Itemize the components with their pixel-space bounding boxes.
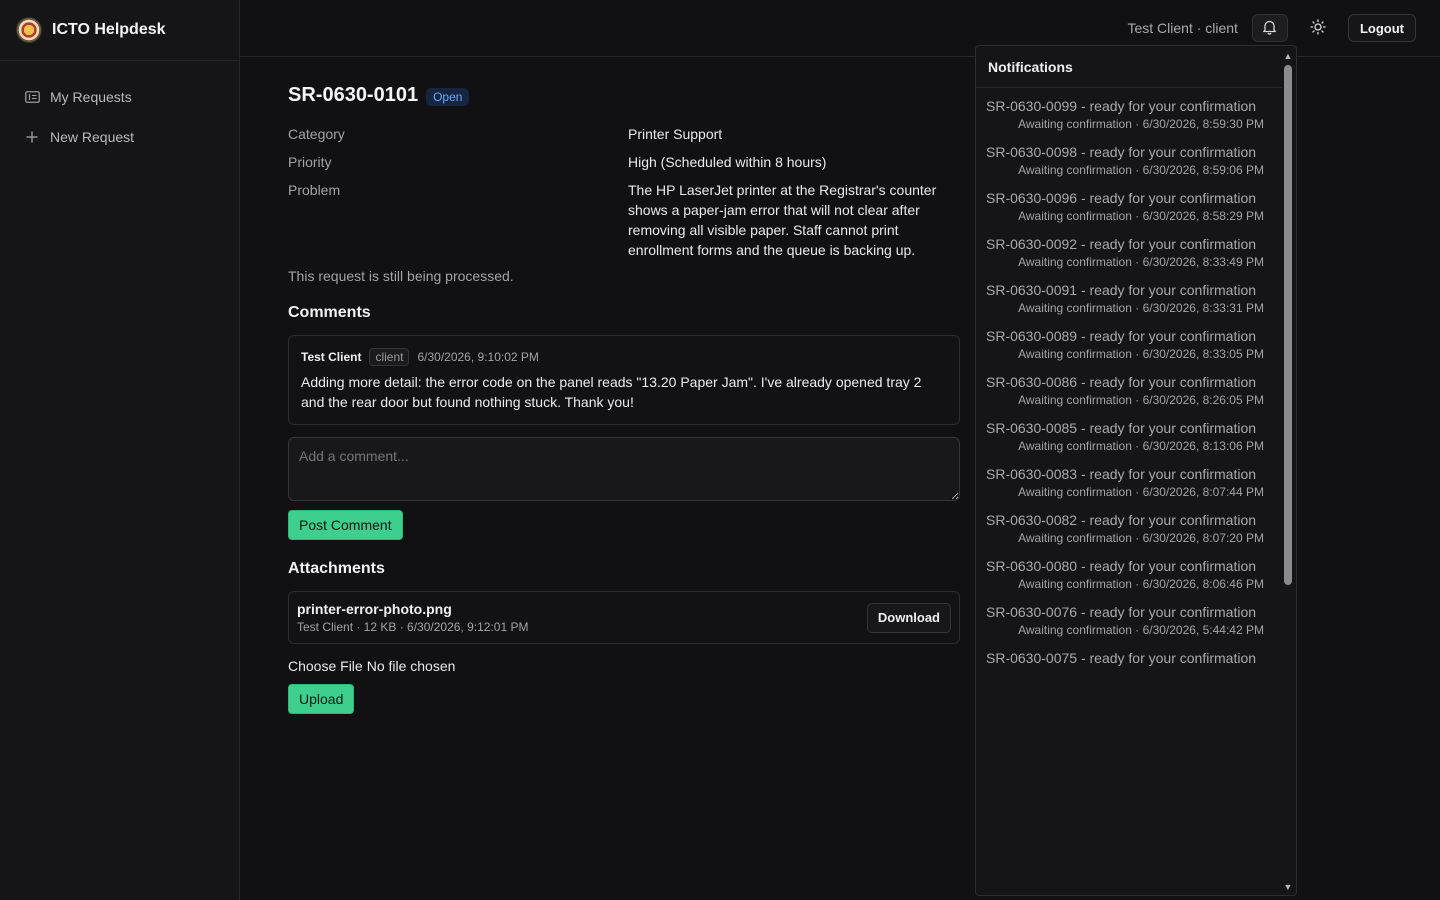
notification-title: SR-0630-0085 - ready for your confirmati… xyxy=(986,420,1257,436)
plus-icon xyxy=(24,131,40,143)
page-title: SR-0630-0101 xyxy=(288,83,419,106)
role-badge: client xyxy=(369,348,410,366)
sidebar: ICTO Helpdesk My Requests New Request xyxy=(0,0,240,900)
notifications-heading: Notifications xyxy=(976,46,1282,88)
notification-title: SR-0630-0089 - ready for your confirmati… xyxy=(986,328,1257,344)
theme-toggle-button[interactable] xyxy=(1300,14,1336,42)
notification-meta: Awaiting confirmation · 6/30/2026, 8:59:… xyxy=(1018,117,1264,131)
user-label: Test Client · client xyxy=(1127,20,1238,36)
bell-icon xyxy=(1262,19,1277,38)
detail-value: High (Scheduled within 8 hours) xyxy=(628,154,827,170)
notification-title: SR-0630-0096 - ready for your confirmati… xyxy=(986,190,1257,206)
comments-heading: Comments xyxy=(288,304,371,321)
comment-input[interactable] xyxy=(288,437,960,501)
upload-button[interactable]: Upload xyxy=(288,684,355,714)
attachment-meta: Test Client · 12 KB · 6/30/2026, 9:12:01… xyxy=(297,620,529,634)
notification-meta: Awaiting confirmation · 6/30/2026, 8:26:… xyxy=(1018,393,1264,407)
notification-item[interactable]: SR-0630-0092 - ready for your confirmati… xyxy=(986,226,1282,272)
comment-card: Test Client client 6/30/2026, 9:10:02 PM… xyxy=(288,335,960,425)
notification-meta: Awaiting confirmation · 6/30/2026, 8:33:… xyxy=(1018,301,1264,315)
notification-title: SR-0630-0083 - ready for your confirmati… xyxy=(986,466,1257,482)
detail-row-category: Category Printer Support xyxy=(288,124,960,144)
sidebar-item-my-requests[interactable]: My Requests xyxy=(0,77,239,117)
post-comment-button[interactable]: Post Comment xyxy=(288,510,403,540)
notification-item[interactable]: SR-0630-0083 - ready for your confirmati… xyxy=(986,456,1282,502)
notification-meta: Awaiting confirmation · 6/30/2026, 5:44:… xyxy=(1018,623,1264,637)
file-status: No file chosen xyxy=(366,658,456,674)
notification-meta: Awaiting confirmation · 6/30/2026, 8:07:… xyxy=(1018,485,1264,499)
notification-title: SR-0630-0092 - ready for your confirmati… xyxy=(986,236,1257,252)
comment-timestamp: 6/30/2026, 9:10:02 PM xyxy=(417,350,539,364)
notification-item[interactable]: SR-0630-0080 - ready for your confirmati… xyxy=(986,548,1282,594)
app-title: ICTO Helpdesk xyxy=(52,21,166,38)
title-row: SR-0630-0101 Open xyxy=(288,80,960,110)
notification-meta: Awaiting confirmation · 6/30/2026, 8:07:… xyxy=(1018,531,1264,545)
detail-row-problem: Problem The HP LaserJet printer at the R… xyxy=(288,180,960,260)
request-detail: SR-0630-0101 Open Category Printer Suppo… xyxy=(288,80,960,714)
scroll-down-icon[interactable]: ▼ xyxy=(1282,881,1294,893)
choose-file-button[interactable]: Choose File xyxy=(288,658,363,674)
notification-item[interactable]: SR-0630-0075 - ready for your confirmati… xyxy=(986,640,1282,668)
notification-title: SR-0630-0086 - ready for your confirmati… xyxy=(986,374,1257,390)
logout-button[interactable]: Logout xyxy=(1347,14,1416,42)
notification-title: SR-0630-0075 - ready for your confirmati… xyxy=(986,650,1257,666)
notification-title: SR-0630-0099 - ready for your confirmati… xyxy=(986,98,1257,114)
file-picker[interactable]: Choose File No file chosen xyxy=(288,658,960,674)
sidebar-item-label: My Requests xyxy=(50,89,132,105)
notification-title: SR-0630-0080 - ready for your confirmati… xyxy=(986,558,1257,574)
attachments-heading: Attachments xyxy=(288,560,385,577)
notification-title: SR-0630-0098 - ready for your confirmati… xyxy=(986,144,1257,160)
notification-title: SR-0630-0082 - ready for your confirmati… xyxy=(986,512,1257,528)
detail-label: Priority xyxy=(288,154,332,170)
notifications-button[interactable] xyxy=(1251,14,1288,42)
sidebar-nav: My Requests New Request xyxy=(0,61,239,157)
sidebar-item-new-request[interactable]: New Request xyxy=(0,117,239,157)
comment-header: Test Client client 6/30/2026, 9:10:02 PM xyxy=(301,348,947,366)
notification-title: SR-0630-0091 - ready for your confirmati… xyxy=(986,282,1257,298)
notifications-list: SR-0630-0099 - ready for your confirmati… xyxy=(976,88,1282,668)
scrollbar-thumb[interactable] xyxy=(1284,65,1292,585)
scrollbar[interactable]: ▲ ▼ xyxy=(1282,50,1294,893)
download-button[interactable]: Download xyxy=(866,602,951,633)
request-details: Category Printer Support Priority High (… xyxy=(288,124,960,260)
logo-icon xyxy=(16,17,42,43)
notification-item[interactable]: SR-0630-0085 - ready for your confirmati… xyxy=(986,410,1282,456)
comment-text: Adding more detail: the error code on th… xyxy=(301,374,922,410)
notification-meta: Awaiting confirmation · 6/30/2026, 8:33:… xyxy=(1018,255,1264,269)
notification-item[interactable]: SR-0630-0099 - ready for your confirmati… xyxy=(986,88,1282,134)
scroll-up-icon[interactable]: ▲ xyxy=(1282,50,1294,62)
comment-author: Test Client xyxy=(301,350,362,364)
detail-label: Problem xyxy=(288,182,341,198)
ticket-icon xyxy=(24,91,40,103)
detail-value: The HP LaserJet printer at the Registrar… xyxy=(628,182,937,258)
processing-note: This request is still being processed. xyxy=(288,268,514,284)
notification-meta: Awaiting confirmation · 6/30/2026, 8:59:… xyxy=(1018,163,1264,177)
notification-item[interactable]: SR-0630-0082 - ready for your confirmati… xyxy=(986,502,1282,548)
notification-title: SR-0630-0076 - ready for your confirmati… xyxy=(986,604,1257,620)
attachment-name: printer-error-photo.png xyxy=(297,601,452,617)
notification-meta: Awaiting confirmation · 6/30/2026, 8:33:… xyxy=(1018,347,1264,361)
attachment-item: printer-error-photo.png Test Client · 12… xyxy=(288,591,960,644)
notifications-panel: Notifications SR-0630-0099 - ready for y… xyxy=(975,45,1297,896)
status-badge: Open xyxy=(426,88,470,106)
notification-item[interactable]: SR-0630-0089 - ready for your confirmati… xyxy=(986,318,1282,364)
notification-item[interactable]: SR-0630-0096 - ready for your confirmati… xyxy=(986,180,1282,226)
notification-meta: Awaiting confirmation · 6/30/2026, 8:13:… xyxy=(1018,439,1264,453)
notification-meta: Awaiting confirmation · 6/30/2026, 8:58:… xyxy=(1018,209,1264,223)
notification-item[interactable]: SR-0630-0098 - ready for your confirmati… xyxy=(986,134,1282,180)
detail-label: Category xyxy=(288,126,345,142)
notification-item[interactable]: SR-0630-0091 - ready for your confirmati… xyxy=(986,272,1282,318)
notification-meta: Awaiting confirmation · 6/30/2026, 8:06:… xyxy=(1018,577,1264,591)
notification-item[interactable]: SR-0630-0086 - ready for your confirmati… xyxy=(986,364,1282,410)
notification-item[interactable]: SR-0630-0076 - ready for your confirmati… xyxy=(986,594,1282,640)
attachment-info: printer-error-photo.png Test Client · 12… xyxy=(297,601,528,634)
detail-row-priority: Priority High (Scheduled within 8 hours) xyxy=(288,152,960,172)
sun-icon xyxy=(1310,18,1326,38)
sidebar-item-label: New Request xyxy=(50,129,135,145)
brand[interactable]: ICTO Helpdesk xyxy=(0,0,239,61)
detail-value: Printer Support xyxy=(628,126,723,142)
